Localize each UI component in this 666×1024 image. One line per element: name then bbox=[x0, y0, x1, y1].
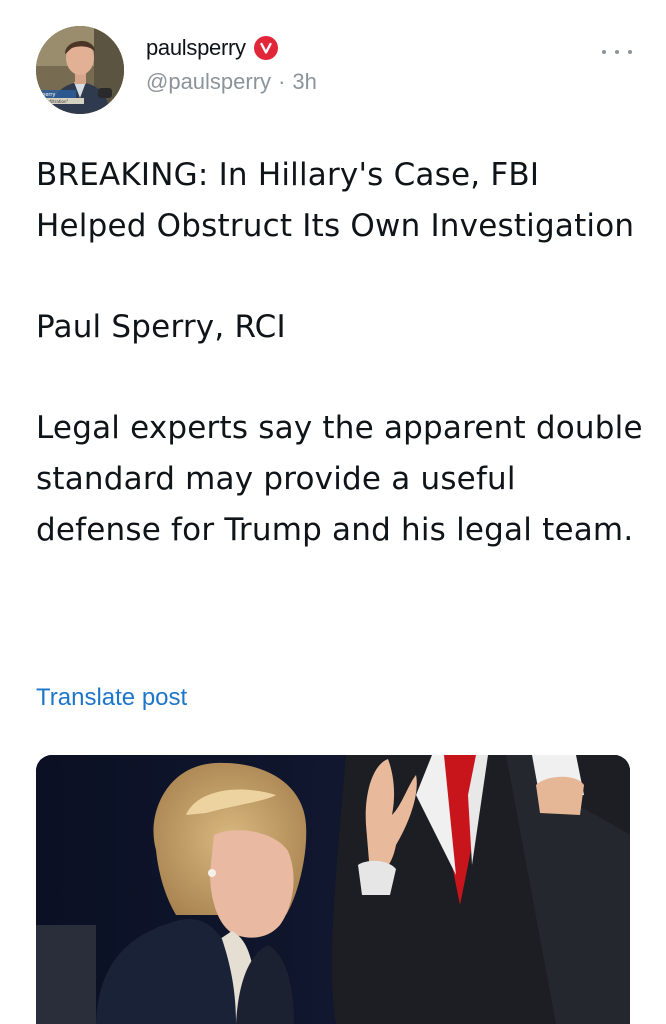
more-dot bbox=[628, 50, 632, 54]
meta-row: @paulsperry · 3h bbox=[146, 69, 317, 95]
verified-badge-icon bbox=[253, 36, 278, 60]
post-headline: BREAKING: In Hillary's Case, FBI Helped … bbox=[36, 157, 635, 244]
post-media-image[interactable] bbox=[36, 755, 630, 1024]
translate-post-link[interactable]: Translate post bbox=[36, 684, 187, 712]
handle[interactable]: @paulsperry bbox=[146, 69, 271, 95]
post-text: BREAKING: In Hillary's Case, FBI Helped … bbox=[36, 150, 646, 556]
avatar-subcaption: "Infiltration" bbox=[44, 99, 69, 104]
more-dot bbox=[602, 50, 606, 54]
timestamp[interactable]: 3h bbox=[292, 69, 316, 95]
meta-separator: · bbox=[278, 69, 286, 94]
post-byline: Paul Sperry, RCI bbox=[36, 309, 286, 345]
author-info: paulsperry @paulsperry · 3h bbox=[146, 34, 317, 95]
more-dot bbox=[615, 50, 619, 54]
avatar[interactable]: Sperry "Infiltration" bbox=[36, 26, 124, 114]
post-summary: Legal experts say the apparent double st… bbox=[36, 410, 643, 548]
display-name[interactable]: paulsperry bbox=[146, 35, 246, 61]
avatar-caption: Sperry bbox=[39, 92, 55, 98]
post-header: Sperry "Infiltration" paulsperry @paulsp… bbox=[36, 26, 636, 121]
name-row: paulsperry bbox=[146, 34, 317, 62]
media-photo bbox=[36, 755, 630, 1024]
more-options-icon[interactable] bbox=[602, 44, 632, 60]
avatar-image: Sperry "Infiltration" bbox=[36, 26, 124, 114]
